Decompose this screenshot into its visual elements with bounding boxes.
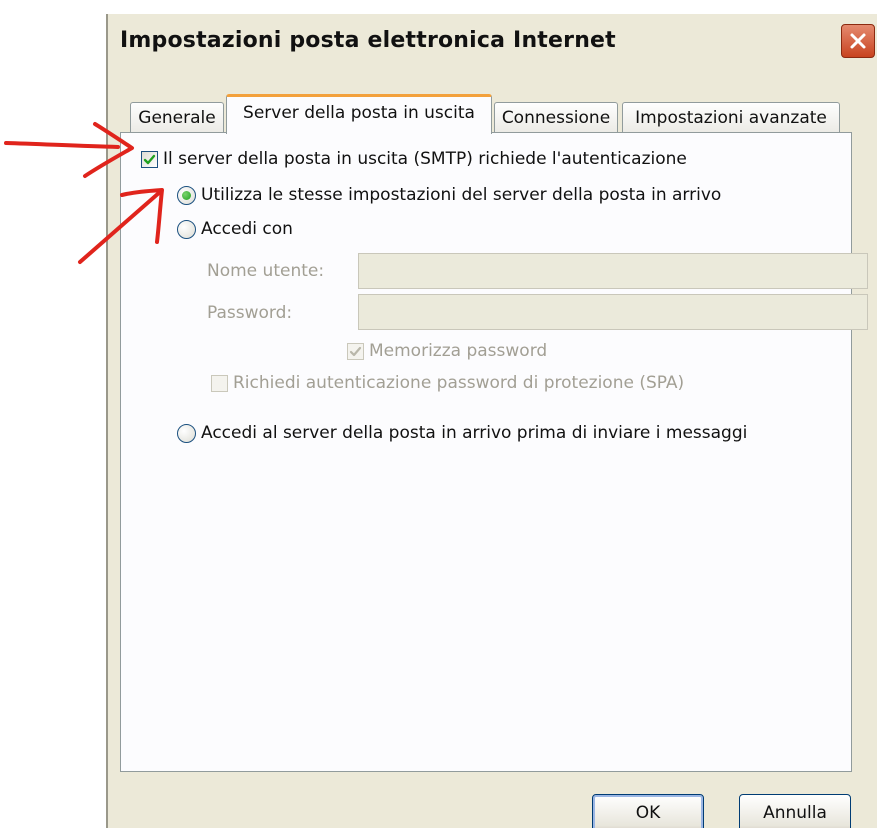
username-input[interactable] [358, 253, 868, 289]
remember-password-checkbox[interactable] [347, 342, 364, 360]
ok-button-label: OK [635, 803, 661, 823]
tab-label: Impostazioni avanzate [635, 107, 827, 128]
spa-label: Richiedi autenticazione password di prot… [233, 373, 685, 393]
tab-generale[interactable]: Generale [130, 102, 224, 132]
login-with-radio[interactable] [177, 219, 196, 239]
close-icon [850, 33, 866, 49]
same-settings-radio[interactable] [177, 185, 196, 205]
window-title: Impostazioni posta elettronica Internet [120, 28, 616, 53]
tab-panel-server-uscita: Il server della posta in uscita (SMTP) r… [120, 132, 868, 772]
close-button[interactable] [841, 24, 875, 58]
login-with-row[interactable]: Accedi con [177, 219, 293, 239]
tab-impostazioni-avanzate[interactable]: Impostazioni avanzate [622, 102, 840, 132]
tab-label: Connessione [501, 107, 611, 128]
same-settings-row[interactable]: Utilizza le stesse impostazioni del serv… [177, 185, 721, 205]
smtp-auth-row[interactable]: Il server della posta in uscita (SMTP) r… [141, 149, 687, 169]
title-bar[interactable]: Impostazioni posta elettronica Internet [108, 14, 877, 74]
tab-server-posta-uscita[interactable]: Server della posta in uscita [226, 94, 492, 134]
login-before-label: Accedi al server della posta in arrivo p… [201, 423, 748, 443]
checkmark-icon [349, 346, 362, 356]
password-input[interactable] [358, 294, 868, 330]
cancel-button[interactable]: Annulla [739, 794, 851, 828]
cancel-button-label: Annulla [763, 803, 827, 823]
radio-selected-dot [182, 190, 191, 200]
login-before-radio[interactable] [177, 423, 196, 443]
login-with-label: Accedi con [201, 219, 293, 239]
remember-password-row[interactable]: Memorizza password [347, 341, 547, 361]
spa-checkbox[interactable] [211, 374, 228, 392]
ok-button[interactable]: OK [592, 794, 704, 828]
password-label: Password: [207, 303, 293, 323]
smtp-auth-checkbox[interactable] [141, 150, 158, 168]
spa-row[interactable]: Richiedi autenticazione password di prot… [211, 373, 684, 393]
tab-connessione[interactable]: Connessione [494, 102, 618, 132]
checkmark-icon [143, 154, 156, 164]
username-label: Nome utente: [207, 261, 325, 281]
email-settings-dialog: Impostazioni posta elettronica Internet … [106, 14, 877, 828]
remember-password-label: Memorizza password [369, 341, 548, 361]
screenshot-stage: Impostazioni posta elettronica Internet … [0, 0, 877, 828]
login-before-row[interactable]: Accedi al server della posta in arrivo p… [177, 423, 747, 443]
smtp-auth-label: Il server della posta in uscita (SMTP) r… [163, 149, 687, 169]
tab-label: Generale [138, 107, 216, 128]
tab-label: Server della posta in uscita [243, 102, 475, 123]
same-settings-label: Utilizza le stesse impostazioni del serv… [201, 185, 722, 205]
